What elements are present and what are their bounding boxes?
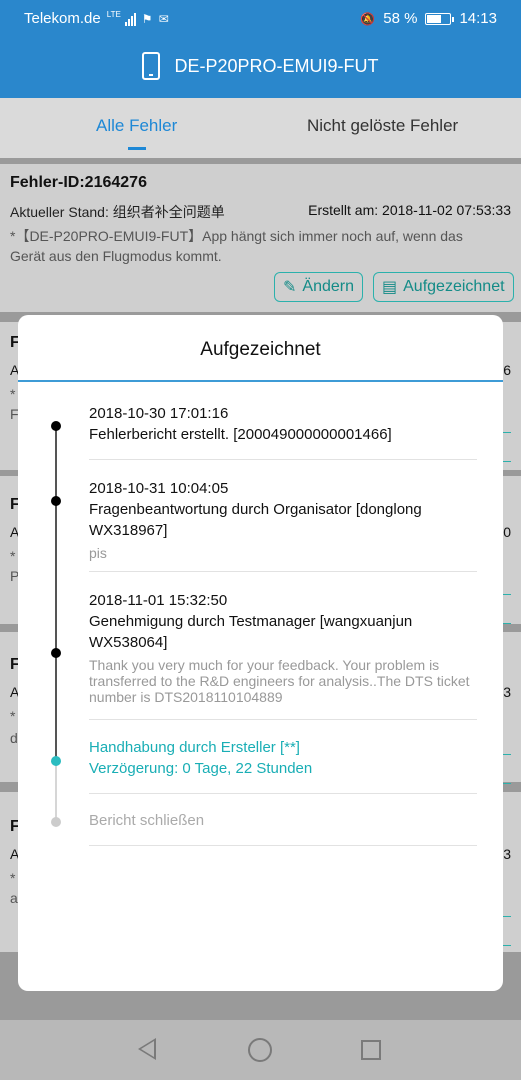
entry-datetime: 2018-11-01 15:32:50 — [89, 592, 228, 609]
tab-unresolved-errors[interactable]: Nicht gelöste Fehler — [307, 116, 458, 136]
dialog-title: Aufgezeichnet — [200, 339, 321, 360]
messenger-icon: ✉ — [158, 11, 169, 26]
timeline-dot-pending — [51, 817, 61, 827]
recorded-button[interactable]: ▤ Aufgezeichnet — [373, 272, 514, 302]
recorded-button-label: Aufgezeichnet — [403, 278, 505, 295]
list-item-desc-line: d — [10, 730, 18, 746]
entry-text: Fehlerbericht erstellt. [200049000000001… — [89, 426, 392, 443]
battery-percent: 58 % — [383, 10, 418, 27]
list-item-created: 3 — [503, 684, 511, 700]
pencil-icon: ✎ — [283, 279, 297, 296]
timeline-entry: 2018-10-31 10:04:05 Fragenbeantwortung d… — [89, 478, 477, 561]
entry-divider — [89, 845, 477, 846]
mute-bell-icon: 🔕 — [360, 11, 376, 26]
entry-note: Thank you very much for your feedback. Y… — [89, 657, 470, 705]
timeline-entry-current: Handhabung durch Ersteller [**] Verzöger… — [89, 737, 477, 779]
clock: 14:13 — [459, 10, 497, 27]
entry-divider — [89, 719, 477, 720]
timeline-dot — [51, 421, 61, 431]
dialog-title-divider — [18, 380, 503, 382]
list-item-desc: * — [10, 870, 16, 886]
active-tab-indicator — [128, 147, 146, 150]
error-id: Fehler-ID:2164276 — [10, 174, 147, 191]
list-item-desc: * — [10, 708, 16, 724]
system-nav-bar — [0, 1020, 521, 1080]
status-bar: Telekom.de LTE ⚑ ✉ 🔕 58 % 14:13 — [0, 0, 521, 38]
entry-delay: Verzögerung: 0 Tage, 22 Stunden — [89, 760, 313, 777]
list-item-desc: * — [10, 548, 16, 564]
edit-button[interactable]: ✎ Ändern — [274, 272, 363, 302]
current-state: Aktueller Stand: 组织者补全问题单 — [10, 204, 225, 220]
home-icon[interactable] — [248, 1038, 272, 1062]
signal-icon — [124, 12, 136, 26]
recent-apps-icon[interactable] — [361, 1040, 381, 1060]
entry-note: pis — [89, 545, 107, 561]
device-title-row: DE-P20PRO-EMUI9-FUT — [0, 52, 521, 80]
timeline-dot-current — [51, 756, 61, 766]
entry-text: Genehmigung durch Testmanager [wangxuanj… — [89, 613, 413, 651]
timeline-entry-pending: Bericht schließen — [89, 810, 477, 831]
timeline-entry: 2018-11-01 15:32:50 Genehmigung durch Te… — [89, 590, 477, 705]
back-icon[interactable] — [138, 1038, 156, 1060]
list-item-created: 0 — [503, 524, 511, 540]
entry-divider — [89, 793, 477, 794]
entry-datetime: 2018-10-30 17:01:16 — [89, 405, 229, 422]
app-header: Telekom.de LTE ⚑ ✉ 🔕 58 % 14:13 DE-P20PR… — [0, 0, 521, 98]
edit-button-label: Ändern — [302, 278, 354, 295]
timeline-dot — [51, 648, 61, 658]
document-icon: ▤ — [382, 279, 398, 296]
notification-icon: ⚑ — [141, 11, 153, 26]
entry-text: Handhabung durch Ersteller [**] — [89, 739, 300, 756]
timeline-line-pending — [55, 763, 57, 823]
timeline-entry: 2018-10-30 17:01:16 Fehlerbericht erstel… — [89, 403, 477, 445]
created-date: Erstellt am: 2018-11-02 07:53:33 — [308, 202, 511, 218]
network-type: LTE — [106, 10, 121, 19]
entry-divider — [89, 459, 477, 460]
entry-text: Fragenbeantwortung durch Organisator [do… — [89, 501, 422, 539]
battery-icon — [425, 12, 455, 25]
list-item-created: 3 — [503, 846, 511, 862]
tab-bar: Alle Fehler Nicht gelöste Fehler — [0, 98, 521, 158]
tab-all-errors[interactable]: Alle Fehler — [96, 116, 177, 136]
phone-icon — [142, 52, 161, 80]
list-item-created: 6 — [503, 362, 511, 378]
entry-divider — [89, 571, 477, 572]
history-dialog: Aufgezeichnet 2018-10-30 17:01:16 Fehler… — [18, 315, 503, 991]
error-description: *【DE-P20PRO-EMUI9-FUT】App hängt sich imm… — [10, 228, 463, 264]
entry-text: Bericht schließen — [89, 812, 205, 829]
carrier-name: Telekom.de — [24, 10, 101, 27]
entry-datetime: 2018-10-31 10:04:05 — [89, 480, 229, 497]
timeline-dot — [51, 496, 61, 506]
list-item-desc: * — [10, 386, 16, 402]
list-item-desc-line: a — [10, 890, 18, 906]
device-title: DE-P20PRO-EMUI9-FUT — [174, 55, 379, 76]
